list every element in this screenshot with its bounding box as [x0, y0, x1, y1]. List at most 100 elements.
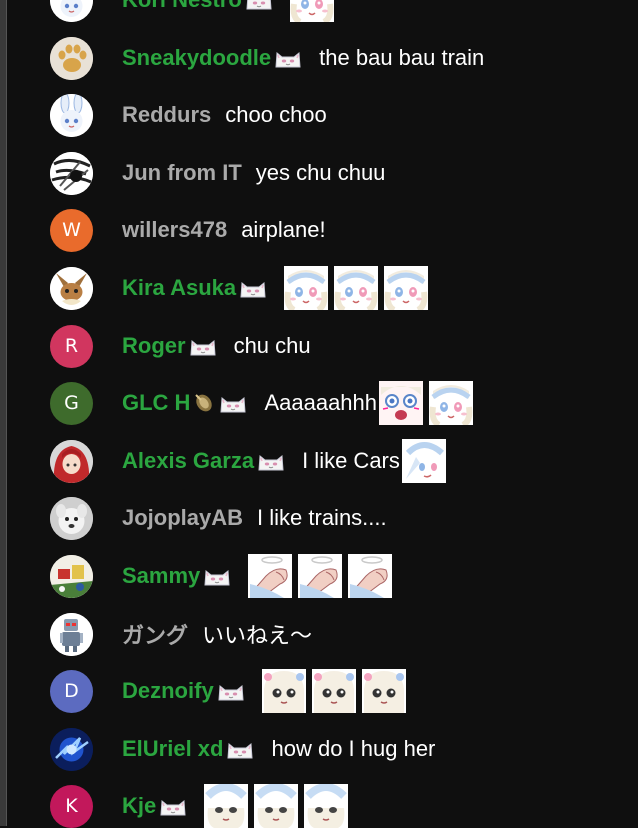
cat-member-badge-icon[interactable]: [238, 276, 268, 300]
fuwamoco-peek-emote-icon: [361, 669, 406, 713]
message-emotes: [401, 439, 452, 483]
fuwamoco-blue-emote-icon: [204, 784, 249, 828]
author-name[interactable]: Kira Asuka: [122, 275, 236, 301]
letter-avatar[interactable]: K: [50, 784, 93, 828]
chat-message: K Kje: [50, 784, 638, 828]
author-name[interactable]: Kori Nestro: [122, 0, 242, 13]
chat-message: Wwillers478 airplane!: [50, 208, 638, 252]
letter-avatar[interactable]: W: [50, 208, 93, 252]
author-badges: [158, 794, 190, 818]
colorful-art-avatar-icon[interactable]: [50, 554, 93, 598]
author-badges: [273, 46, 305, 70]
message-emotes: [379, 381, 479, 425]
author-name[interactable]: GLC H: [122, 390, 190, 416]
fuwamoco-blue-emote-icon: [254, 784, 299, 828]
fuwamoco-face-emote-icon: [384, 266, 429, 310]
fuwamoco-face-emote-icon: [334, 266, 379, 310]
letter-avatar[interactable]: R: [50, 324, 93, 368]
chat-message: Reddurs choo choo: [50, 93, 638, 137]
message-text: airplane!: [241, 217, 326, 242]
author-badges: [188, 334, 220, 358]
chat-message: D Deznoify: [50, 669, 638, 713]
cat-member-badge-icon[interactable]: [216, 679, 246, 703]
author-name[interactable]: ガング: [122, 618, 188, 650]
message-text: how do I hug her: [271, 736, 436, 761]
cat-member-badge-icon[interactable]: [244, 0, 274, 12]
cat-member-badge-icon[interactable]: [188, 334, 218, 358]
letter-avatar[interactable]: D: [50, 669, 93, 713]
fuwamoco-peek-emote-icon: [261, 669, 306, 713]
author-badges: [238, 276, 270, 300]
author-name[interactable]: Deznoify: [122, 678, 214, 704]
message-text: chu chu: [233, 333, 311, 358]
letter-avatar[interactable]: G: [50, 381, 93, 425]
chat-message: Alexis Garza I like Cars: [50, 439, 638, 483]
cat-member-badge-icon[interactable]: [218, 391, 248, 415]
chat-message: Kira Asuka: [50, 266, 638, 310]
cat-member-badge-icon[interactable]: [225, 737, 255, 761]
fuwamoco-face-emote-icon: [289, 0, 334, 22]
author-name[interactable]: Kje: [122, 793, 156, 819]
blue-energy-avatar-icon[interactable]: [50, 727, 93, 771]
bunny-girl-avatar-icon[interactable]: [50, 0, 93, 22]
chat-message: ガング いいねえ〜: [50, 612, 638, 656]
robot-avatar-icon[interactable]: [50, 612, 93, 656]
author-name[interactable]: Alexis Garza: [122, 448, 254, 474]
message-text: I like trains....: [257, 505, 387, 530]
live-chat-message-list: Kori Nestro Sneakydoodle the bau bau train…: [0, 0, 638, 828]
message-text: the bau bau train: [319, 45, 485, 70]
chat-message: Sneakydoodle the bau bau train: [50, 36, 638, 80]
author-badges: [216, 679, 248, 703]
author-name[interactable]: Sammy: [122, 563, 200, 589]
message-emotes: [289, 0, 340, 22]
message-emotes: [204, 784, 354, 828]
chat-message: Jun from IT yes chu chuu: [50, 151, 638, 195]
gem-badge-icon[interactable]: [192, 391, 216, 415]
message-text: いいねえ〜: [202, 623, 313, 648]
paw-punch-emote-icon: [248, 554, 293, 598]
author-name[interactable]: Reddurs: [122, 102, 211, 128]
author-name[interactable]: Jun from IT: [122, 160, 242, 186]
author-badges: [192, 391, 250, 415]
paw-print-avatar-icon[interactable]: [50, 36, 93, 80]
author-name[interactable]: willers478: [122, 217, 227, 243]
message-emotes: [248, 554, 398, 598]
chat-message: G GLC H Aaaaaahhh: [50, 381, 638, 425]
chat-message: JojoplayAB I like trains....: [50, 496, 638, 540]
chat-message: Kori Nestro: [50, 0, 638, 22]
eevee-avatar-icon[interactable]: [50, 266, 93, 310]
fuwamoco-face-emote-icon: [284, 266, 329, 310]
cat-member-badge-icon[interactable]: [256, 449, 286, 473]
white-dog-avatar-icon[interactable]: [50, 496, 93, 540]
message-text: choo choo: [225, 102, 327, 127]
chat-message: ElUriel xd how do I hug her: [50, 727, 638, 771]
chat-message: Sammy: [50, 554, 638, 598]
red-hair-avatar-icon[interactable]: [50, 439, 93, 483]
author-badges: [225, 737, 257, 761]
fuwamoco-peek-emote-icon: [311, 669, 356, 713]
bunny-girl-avatar-icon[interactable]: [50, 93, 93, 137]
message-text: Aaaaaahhh: [264, 390, 378, 415]
author-name[interactable]: ElUriel xd: [122, 736, 223, 762]
message-text: yes chu chuu: [255, 160, 386, 185]
paw-punch-emote-icon: [348, 554, 393, 598]
author-name[interactable]: Roger: [122, 333, 186, 359]
message-emotes: [261, 669, 412, 713]
author-name[interactable]: JojoplayAB: [122, 505, 243, 531]
author-badges: [256, 449, 288, 473]
chat-message: R Roger chu chu: [50, 324, 638, 368]
cat-member-badge-icon[interactable]: [158, 794, 188, 818]
message-emotes: [284, 266, 434, 310]
fuwamoco-face-emote-icon: [429, 381, 474, 425]
cat-member-badge-icon[interactable]: [273, 46, 303, 70]
sketch-avatar-icon[interactable]: [50, 151, 93, 195]
message-text: I like Cars: [302, 448, 400, 473]
author-name[interactable]: Sneakydoodle: [122, 45, 271, 71]
author-badges: [202, 564, 234, 588]
cat-member-badge-icon[interactable]: [202, 564, 232, 588]
paw-punch-emote-icon: [298, 554, 343, 598]
fuwamoco-blue-emote-icon: [304, 784, 349, 828]
author-badges: [244, 0, 276, 12]
fuwamoco-shout-emote-icon: [379, 381, 424, 425]
fuwamoco-wave-emote-icon: [401, 439, 446, 483]
